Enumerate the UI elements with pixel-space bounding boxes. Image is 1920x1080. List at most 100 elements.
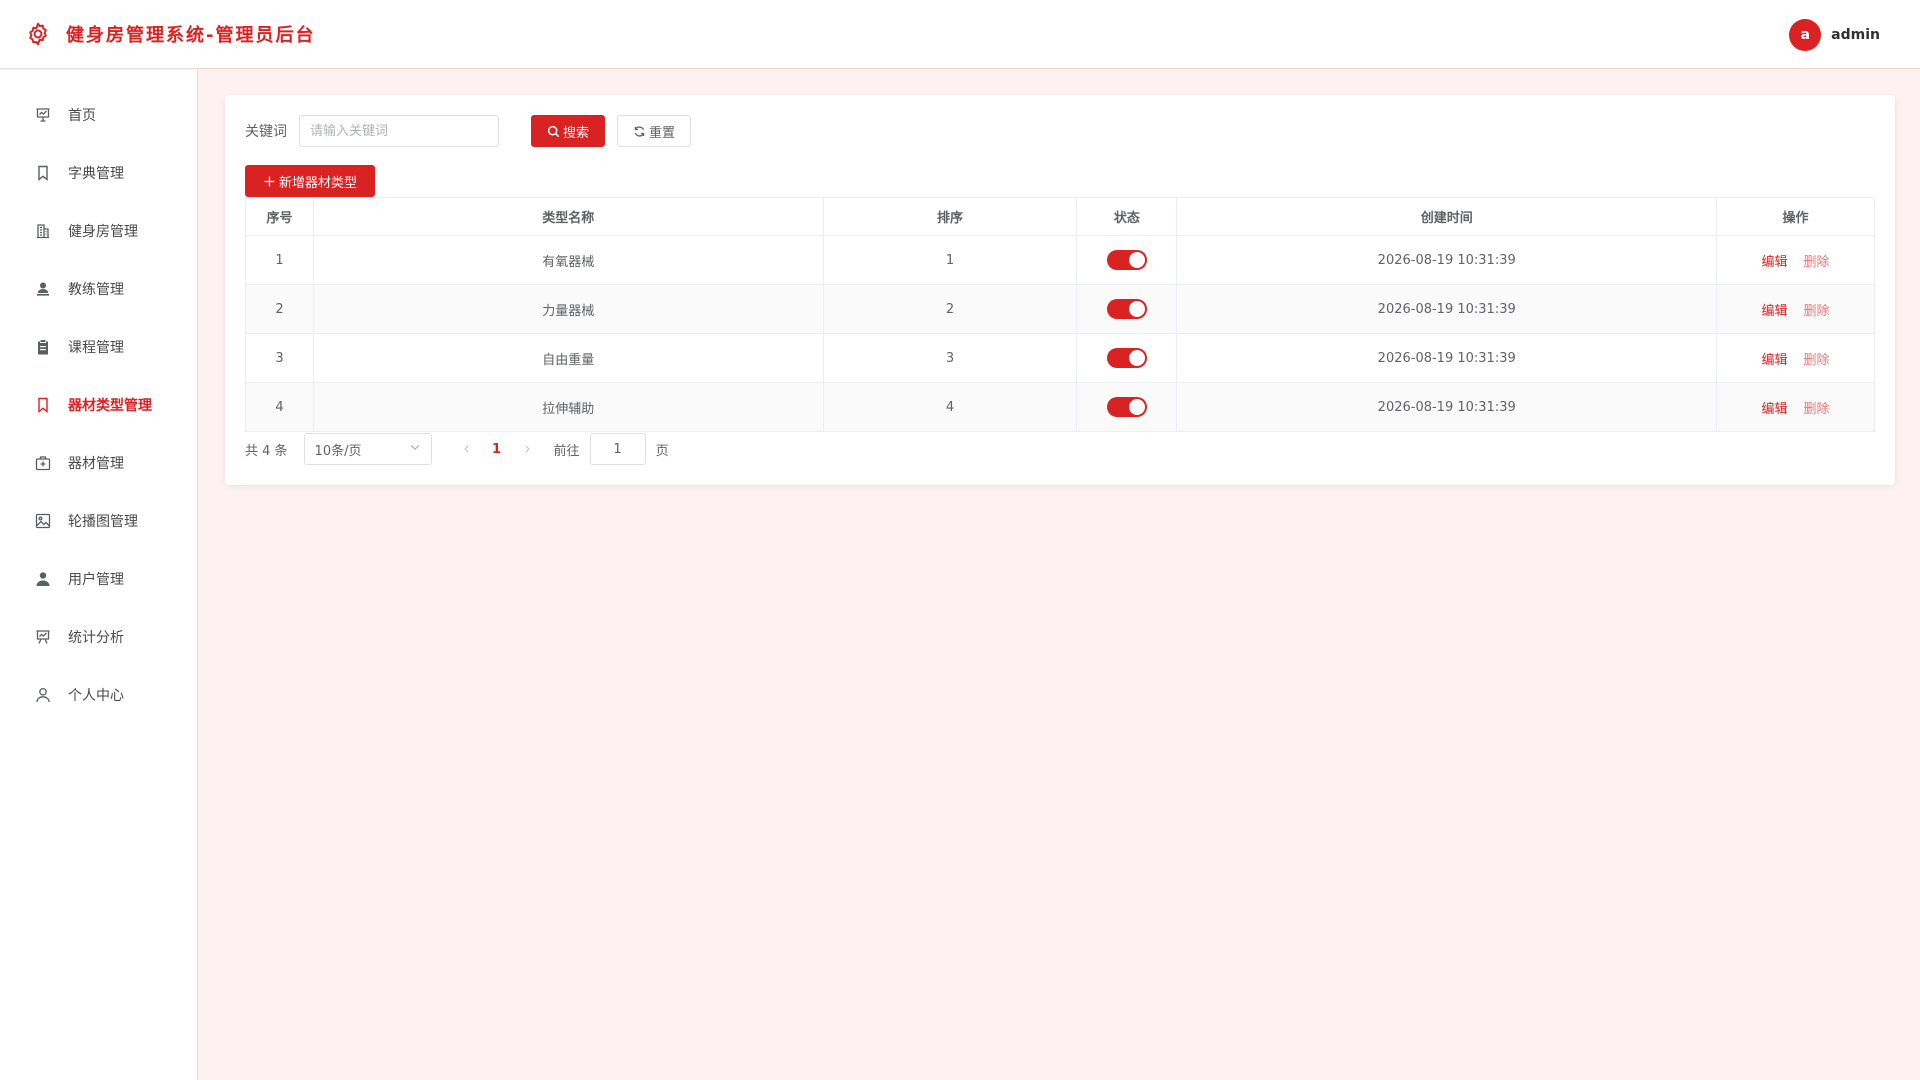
cell-status [1076, 284, 1178, 334]
sidebar-item-2[interactable]: 字典管理 [0, 144, 197, 202]
sidebar-item-9[interactable]: 用户管理 [0, 550, 197, 608]
status-toggle[interactable] [1106, 397, 1147, 417]
main-card: 关键词 搜索 重置 新增器材类型 序号 类型名称 排序 [225, 95, 1895, 485]
cell-type-name: 自由重量 [312, 333, 824, 383]
sidebar-item-4[interactable]: 教练管理 [0, 260, 197, 318]
cell-status [1076, 333, 1178, 383]
toggle-knob [1128, 350, 1145, 366]
cell-index: 3 [245, 333, 314, 383]
edit-button[interactable]: 编辑 [1762, 353, 1788, 368]
sidebar-item-label: 教练管理 [68, 282, 124, 298]
goto-label: 前往 [553, 443, 580, 459]
keyword-label: 关键词 [245, 124, 287, 140]
sidebar-item-10[interactable]: 统计分析 [0, 608, 197, 666]
toggle-knob [1128, 399, 1145, 415]
toggle-knob [1128, 301, 1145, 317]
sidebar-menu: 首页字典管理健身房管理教练管理课程管理器材类型管理 器材管理轮播图管理用户管理统计… [0, 70, 197, 724]
cell-type-name: 拉伸辅助 [312, 382, 824, 432]
delete-button[interactable]: 删除 [1804, 255, 1830, 270]
cell-actions: 编辑 删除 [1716, 235, 1875, 285]
sidebar-item-label: 个人中心 [68, 688, 124, 704]
gear-icon [24, 20, 52, 48]
edit-button[interactable]: 编辑 [1762, 402, 1788, 417]
cell-index: 1 [245, 235, 314, 285]
sidebar-item-label: 器材类型管理 [68, 398, 152, 414]
cell-created-time: 2026-08-19 10:31:39 [1176, 235, 1718, 285]
page-size-select[interactable]: 10条/页 [303, 433, 432, 465]
reset-button[interactable]: 重置 [617, 115, 691, 147]
column-header-name: 类型名称 [312, 197, 824, 236]
page-number[interactable]: 1 [482, 433, 512, 465]
cell-created-time: 2026-08-19 10:31:39 [1176, 382, 1718, 432]
search-icon [547, 125, 560, 138]
app-title: 健身房管理系统-管理员后台 [66, 25, 316, 46]
sidebar-item-3[interactable]: 健身房管理 [0, 202, 197, 260]
sidebar-item-label: 健身房管理 [68, 224, 138, 240]
status-toggle[interactable] [1106, 348, 1147, 368]
cell-type-name: 力量器械 [312, 284, 824, 334]
sidebar-item-label: 用户管理 [68, 572, 124, 588]
plus-icon [263, 175, 276, 188]
building-icon [34, 222, 52, 240]
cell-sort: 3 [822, 333, 1078, 383]
avatar[interactable]: a [1789, 19, 1822, 51]
column-header-created: 创建时间 [1176, 197, 1718, 236]
pagination-total: 共 4 条 [245, 443, 288, 459]
edit-button[interactable]: 编辑 [1762, 304, 1788, 319]
cell-status [1076, 235, 1178, 285]
picture-icon [34, 512, 52, 530]
person-outline-icon [34, 686, 52, 704]
keyword-input[interactable] [299, 115, 499, 147]
cell-actions: 编辑 删除 [1716, 333, 1875, 383]
add-equipment-type-button[interactable]: 新增器材类型 [245, 165, 375, 197]
sidebar-item-7[interactable]: 器材管理 [0, 434, 197, 492]
cell-sort: 2 [822, 284, 1078, 334]
delete-button[interactable]: 删除 [1804, 402, 1830, 417]
search-button[interactable]: 搜索 [531, 115, 605, 147]
first-aid-kit-icon [34, 454, 52, 472]
column-header-actions: 操作 [1716, 197, 1875, 236]
reset-button-label: 重置 [648, 125, 675, 141]
goto-page-input[interactable] [589, 433, 646, 465]
username[interactable]: admin [1831, 27, 1880, 43]
sidebar-item-6[interactable]: 器材类型管理 [0, 376, 197, 434]
column-header-sort: 排序 [822, 197, 1078, 236]
sidebar-item-label: 课程管理 [68, 340, 124, 356]
refresh-icon [633, 125, 646, 138]
table-row: 1 有氧器械 1 2026-08-19 10:31:39 编辑 删除 [245, 235, 1875, 285]
column-header-status: 状态 [1076, 197, 1178, 236]
cell-created-time: 2026-08-19 10:31:39 [1176, 333, 1718, 383]
search-button-label: 搜索 [562, 125, 589, 141]
cell-created-time: 2026-08-19 10:31:39 [1176, 284, 1718, 334]
cell-index: 4 [245, 382, 314, 432]
bookmark-icon [34, 396, 52, 414]
user-menu[interactable]: a admin [1789, 19, 1880, 51]
status-toggle[interactable] [1106, 299, 1147, 319]
delete-button[interactable]: 删除 [1804, 304, 1830, 319]
cell-status [1076, 382, 1178, 432]
sidebar-item-label: 器材管理 [68, 456, 124, 472]
user-icon [34, 570, 52, 588]
table-row: 3 自由重量 3 2026-08-19 10:31:39 编辑 删除 [245, 333, 1875, 383]
sidebar-item-8[interactable]: 轮播图管理 [0, 492, 197, 550]
sidebar-item-label: 字典管理 [68, 166, 124, 182]
page-size-value: 10条/页 [314, 443, 362, 459]
filter-bar: 关键词 搜索 重置 [245, 115, 691, 147]
table-row: 2 力量器械 2 2026-08-19 10:31:39 编辑 删除 [245, 284, 1875, 334]
edit-button[interactable]: 编辑 [1762, 255, 1788, 270]
table-header-row: 序号 类型名称 排序 状态 创建时间 操作 [245, 197, 1875, 236]
sidebar-item-1[interactable]: 首页 [0, 86, 197, 144]
prev-page-button[interactable] [452, 433, 482, 465]
bookmark-icon [34, 164, 52, 182]
delete-button[interactable]: 删除 [1804, 353, 1830, 368]
table-row: 4 拉伸辅助 4 2026-08-19 10:31:39 编辑 删除 [245, 382, 1875, 432]
next-page-button[interactable] [512, 433, 542, 465]
sidebar-item-label: 首页 [68, 108, 96, 124]
status-toggle[interactable] [1106, 250, 1147, 270]
dashboard-icon [34, 106, 52, 124]
sidebar-item-11[interactable]: 个人中心 [0, 666, 197, 724]
user-stamp-icon [34, 280, 52, 298]
brand: 健身房管理系统-管理员后台 [24, 20, 315, 48]
column-header-index: 序号 [245, 197, 314, 236]
sidebar-item-5[interactable]: 课程管理 [0, 318, 197, 376]
